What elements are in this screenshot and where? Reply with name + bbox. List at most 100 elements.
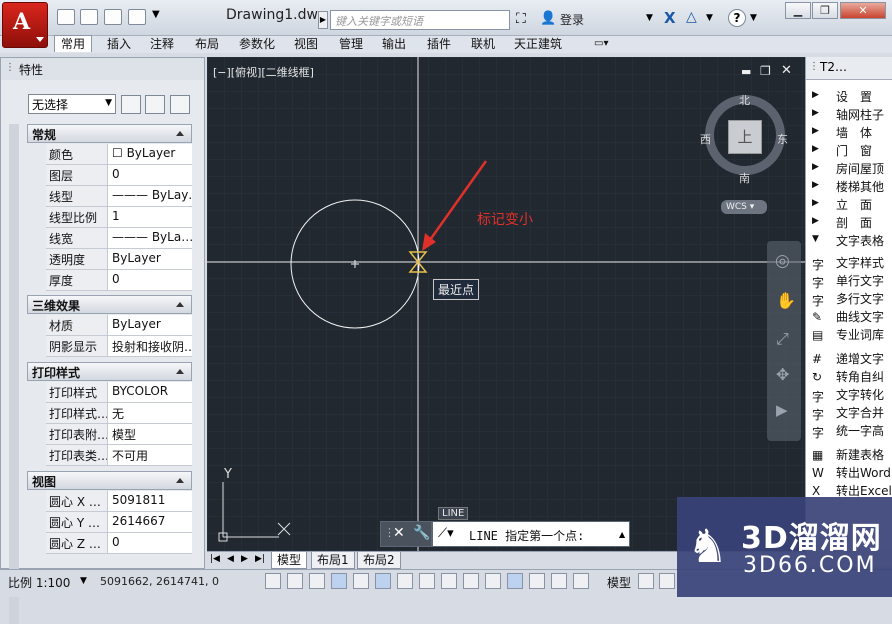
property-value[interactable]: 0	[109, 165, 192, 185]
property-row[interactable]: 打印表类… 不可用	[46, 445, 192, 466]
property-row[interactable]: 阴影显示 投射和接收阴…	[46, 336, 192, 357]
property-row[interactable]: 透明度 ByLayer	[46, 249, 192, 270]
property-row[interactable]: 圆心 Z … 0	[46, 533, 192, 554]
orbit-icon[interactable]: ✥	[776, 365, 789, 384]
tab-layout2[interactable]: 布局2	[357, 552, 401, 569]
minimize-button[interactable]: ▁	[785, 2, 811, 19]
object-snap-icon[interactable]	[375, 573, 391, 589]
exchange-icon[interactable]: X	[664, 9, 676, 27]
property-value[interactable]: 5091811	[109, 491, 192, 511]
tab-manage[interactable]: 管理	[339, 36, 363, 52]
property-value[interactable]: 0	[109, 270, 192, 290]
binoculars-icon[interactable]: ⛶	[516, 11, 526, 27]
menu-item-stairs[interactable]: ▶ 楼梯其他	[806, 177, 892, 195]
viewcube-west[interactable]: 西	[700, 131, 711, 147]
polar-tracking-icon[interactable]	[353, 573, 369, 589]
property-row[interactable]: 线宽 ——— ByLa…	[46, 228, 192, 249]
help-dropdown-icon[interactable]: ▼	[750, 13, 757, 23]
command-customize-icon[interactable]: 🔧	[413, 525, 430, 541]
property-row[interactable]: 线型 ——— ByLay…	[46, 186, 192, 207]
property-row[interactable]: 线型比例 1	[46, 207, 192, 228]
new-file-icon[interactable]	[57, 9, 75, 25]
command-line[interactable]: ⟋▾ LINE 指定第一个点: ▲	[432, 521, 630, 547]
tab-nav-next-icon[interactable]: ▶	[241, 554, 248, 564]
open-folder-icon[interactable]	[80, 9, 98, 25]
selection-dropdown[interactable]: 无选择 ▼	[28, 94, 116, 114]
ortho-mode-icon[interactable]	[331, 573, 347, 589]
menu-item-text-table[interactable]: ▼ 文字表格	[806, 231, 892, 249]
save-icon[interactable]	[104, 9, 122, 25]
tab-layout[interactable]: 布局	[195, 36, 219, 52]
menu-item-convert-text[interactable]: 字文字转化	[806, 385, 892, 403]
coordinates-display[interactable]: 5091662, 2614741, 0	[100, 575, 219, 588]
3d-object-snap-icon[interactable]	[397, 573, 413, 589]
object-snap-tracking-icon[interactable]	[419, 573, 435, 589]
model-space-label[interactable]: 模型	[607, 574, 631, 591]
menu-item-unify-height[interactable]: 字统一字高	[806, 421, 892, 439]
login-link[interactable]: 登录	[560, 11, 584, 28]
menu-item-dictionary[interactable]: ▤ 专业词库	[806, 325, 892, 343]
property-value[interactable]: 1	[109, 207, 192, 227]
menu-item-section[interactable]: ▶ 剖 面	[806, 213, 892, 231]
drawing-canvas[interactable]: [−][俯视][二维线框] ▬ ❐ ✕ 标记变小 最近点 Y 上 北 南 东 西…	[207, 57, 805, 551]
selection-cycling-icon[interactable]	[551, 573, 567, 589]
viewcube-south[interactable]: 南	[739, 170, 750, 186]
showmotion-icon[interactable]: ▶	[776, 401, 788, 419]
quick-access-dropdown-icon[interactable]: ▼	[152, 9, 166, 25]
menu-item-wall[interactable]: ▶ 墙 体	[806, 123, 892, 141]
snap-mode-icon[interactable]	[287, 573, 303, 589]
save-as-icon[interactable]	[128, 9, 146, 25]
tab-annotate[interactable]: 注释	[150, 36, 174, 52]
close-window-button[interactable]: ✕	[840, 2, 886, 19]
property-row[interactable]: 颜色 ☐ ByLayer	[46, 144, 192, 165]
property-value[interactable]: 0	[109, 533, 192, 553]
section-3d-effects[interactable]: 三维效果	[27, 295, 192, 314]
menu-item-room-roof[interactable]: ▶ 房间屋顶	[806, 159, 892, 177]
viewport-controls-label[interactable]: [−][俯视][二维线框]	[213, 64, 314, 80]
property-value[interactable]: 2614667	[109, 512, 192, 532]
menu-item-elevation[interactable]: ▶ 立 面	[806, 195, 892, 213]
menu-item-curve-text[interactable]: ✎ 曲线文字	[806, 307, 892, 325]
property-value[interactable]: ☐ ByLayer	[109, 144, 192, 164]
steering-wheel-icon[interactable]: ◎	[775, 251, 790, 271]
menu-item-rotate-text[interactable]: ↻ 转角自纠	[806, 367, 892, 385]
login-dropdown-icon[interactable]: ▼	[646, 13, 653, 23]
tab-nav-first-icon[interactable]: |◀	[210, 554, 220, 564]
menu-item-text-style[interactable]: 字文字样式	[806, 253, 892, 271]
tab-tangent[interactable]: 天正建筑	[514, 36, 562, 52]
tab-nav-last-icon[interactable]: ▶|	[255, 554, 265, 564]
menu-item-doors[interactable]: ▶ 门 窗	[806, 141, 892, 159]
annotation-scale[interactable]: 比例 1:100	[8, 574, 70, 591]
tab-parametric[interactable]: 参数化	[239, 36, 275, 52]
viewport-minimize-icon[interactable]: ▬	[741, 65, 751, 78]
pan-hand-icon[interactable]: ✋	[776, 291, 796, 310]
property-row[interactable]: 厚度 0	[46, 270, 192, 291]
menu-item-increment-text[interactable]: # 递增文字	[806, 349, 892, 367]
annotation-monitor-icon[interactable]	[573, 573, 589, 589]
lineweight-icon[interactable]	[485, 573, 501, 589]
property-value[interactable]: BYCOLOR	[109, 382, 192, 402]
panel-scrollbar[interactable]	[9, 124, 19, 624]
property-row[interactable]: 圆心 X … 5091811	[46, 491, 192, 512]
section-view[interactable]: 视图	[27, 471, 192, 490]
grid-display-icon[interactable]	[309, 573, 325, 589]
property-value[interactable]: ——— ByLa…	[109, 228, 192, 248]
community-icon[interactable]: △	[686, 9, 697, 25]
viewport-close-icon[interactable]: ✕	[781, 63, 792, 78]
property-row[interactable]: 打印样式… 无	[46, 403, 192, 424]
property-value[interactable]: ByLayer	[109, 315, 192, 335]
property-value[interactable]: 模型	[109, 424, 192, 444]
command-close-icon[interactable]: ✕	[393, 525, 405, 541]
property-value[interactable]: 不可用	[109, 445, 192, 465]
tab-view[interactable]: 视图	[294, 36, 318, 52]
property-value[interactable]: 投射和接收阴…	[109, 336, 192, 356]
wcs-menu[interactable]: WCS ▾	[721, 200, 767, 214]
command-history-toggle-icon[interactable]: ▲	[619, 530, 625, 539]
ribbon-minimize-icon[interactable]: ▭▾	[594, 36, 608, 52]
viewport-restore-icon[interactable]: ❐	[760, 64, 771, 78]
tab-model[interactable]: 模型	[271, 552, 308, 569]
infer-constraints-icon[interactable]	[265, 573, 281, 589]
tab-online[interactable]: 联机	[471, 36, 495, 52]
app-menu-button[interactable]: A	[2, 2, 48, 48]
user-icon[interactable]: 👤	[540, 11, 556, 26]
